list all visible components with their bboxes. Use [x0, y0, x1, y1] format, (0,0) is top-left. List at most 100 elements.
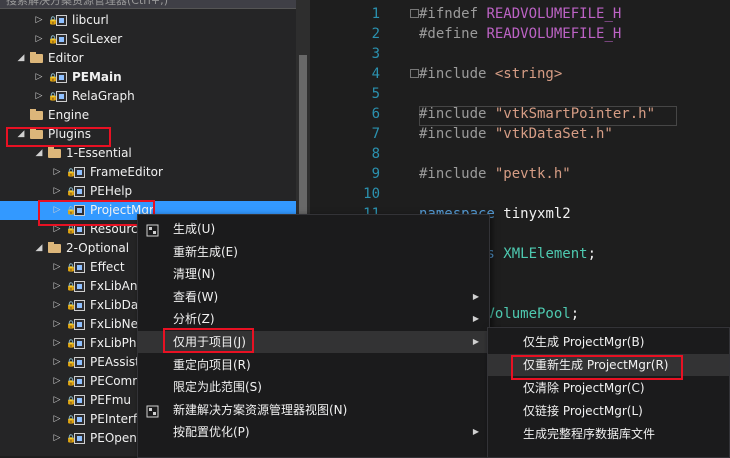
- project-icon: [74, 300, 85, 311]
- project-icon: [74, 167, 85, 178]
- tree-item-label: SciLexer: [72, 32, 123, 46]
- collapsed-arrow-icon[interactable]: ▷: [52, 353, 62, 372]
- menu-item-10[interactable]: 按配置优化(P) ▶: [138, 421, 489, 443]
- tree-item-scilexer[interactable]: ▷ 🔒 SciLexer: [0, 30, 296, 49]
- highlight-box-rebuild-only: [511, 355, 683, 380]
- collapsed-arrow-icon[interactable]: ▷: [52, 296, 62, 315]
- submenu-item-4[interactable]: 仅链接 ProjectMgr(L): [488, 400, 729, 422]
- build-icon: [146, 222, 159, 237]
- project-icon: [56, 91, 67, 102]
- menu-item-8[interactable]: 限定为此范围(S): [138, 376, 489, 398]
- code-token: ;: [570, 306, 580, 322]
- code-line: #include "pevtk.h": [419, 166, 571, 182]
- collapsed-arrow-icon[interactable]: ▷: [34, 11, 44, 30]
- tree-item-label: PEMain: [72, 70, 122, 84]
- submenu-arrow-icon: ▶: [472, 314, 479, 324]
- code-line: #define READVOLUMEFILE_H: [419, 26, 621, 42]
- project-icon: [74, 319, 85, 330]
- tree-item-relagraph[interactable]: ▷ 🔒 RelaGraph: [0, 87, 296, 106]
- project-icon: [74, 395, 85, 406]
- line-number: 9: [371, 166, 380, 182]
- tree-item-frameeditor[interactable]: ▷ 🔒 FrameEditor: [0, 163, 296, 182]
- tree-item-pemain[interactable]: ▷ 🔒 PEMain: [0, 68, 296, 87]
- highlight-box-project-only: [163, 328, 254, 353]
- tree-item-label: PEAssist: [90, 355, 140, 369]
- collapsed-arrow-icon[interactable]: ▷: [52, 372, 62, 391]
- project-icon: [74, 433, 85, 444]
- menu-item-7[interactable]: 重定向项目(R): [138, 354, 489, 376]
- fold-toggle-icon[interactable]: [410, 69, 419, 78]
- project-icon: [56, 72, 67, 83]
- collapsed-arrow-icon[interactable]: ▷: [52, 410, 62, 429]
- new-view-icon: [146, 403, 159, 418]
- menu-item-label: 按配置优化(P): [173, 425, 250, 440]
- folder-icon: [30, 52, 43, 63]
- submenu-item-5[interactable]: 生成完整程序数据库文件: [488, 423, 729, 445]
- tree-item-label: PEOpen: [90, 431, 137, 445]
- menu-item-9[interactable]: 新建解决方案资源管理器视图(N): [138, 399, 489, 421]
- menu-item-label: 新建解决方案资源管理器视图(N): [173, 402, 348, 417]
- tree-item-engine[interactable]: Engine: [0, 106, 296, 125]
- expanded-arrow-icon[interactable]: ◢: [16, 49, 26, 68]
- menu-item-4[interactable]: 查看(W) ▶: [138, 286, 489, 308]
- collapsed-arrow-icon[interactable]: ▷: [34, 30, 44, 49]
- line-number: 4: [371, 66, 380, 82]
- menu-item-2[interactable]: 重新生成(E): [138, 241, 489, 263]
- collapsed-arrow-icon[interactable]: ▷: [34, 68, 44, 87]
- expanded-arrow-icon[interactable]: ◢: [34, 239, 44, 258]
- menu-item-label: 查看(W): [173, 289, 219, 304]
- code-line: #include "vtkSmartPointer.h": [419, 106, 655, 122]
- line-number: 5: [371, 86, 380, 102]
- tree-item-libcurl[interactable]: ▷ 🔒 libcurl: [0, 11, 296, 30]
- tree-item-editor[interactable]: ◢ Editor: [0, 49, 296, 68]
- collapsed-arrow-icon[interactable]: ▷: [52, 391, 62, 410]
- context-menu: 生成(U) 重新生成(E) 清理(N) 查看(W) ▶ 分析(Z) ▶ 仅用于项目(J) ▶ 重定…: [137, 214, 490, 458]
- menu-item-label: 限定为此范围(S): [173, 380, 262, 395]
- code-token: ;: [587, 246, 597, 262]
- highlight-box-plugins: [6, 127, 111, 147]
- project-icon: [74, 281, 85, 292]
- collapsed-arrow-icon[interactable]: ▷: [52, 163, 62, 182]
- menu-item-label: 重新生成(E): [173, 244, 238, 259]
- folder-icon: [48, 242, 61, 253]
- fold-toggle-icon[interactable]: [410, 9, 419, 18]
- submenu-item-label: 仅清除 ProjectMgr(C): [523, 381, 645, 395]
- collapsed-arrow-icon[interactable]: ▷: [52, 429, 62, 448]
- code-token: #ifndef: [419, 6, 487, 22]
- menu-item-3[interactable]: 清理(N): [138, 263, 489, 285]
- tree-item-label: 2-Optional: [66, 241, 130, 255]
- collapsed-arrow-icon[interactable]: ▷: [52, 315, 62, 334]
- tree-item-label: libcurl: [72, 13, 109, 27]
- submenu-item-label: 仅链接 ProjectMgr(L): [523, 404, 643, 418]
- line-number: 8: [371, 146, 380, 162]
- collapsed-arrow-icon[interactable]: ▷: [52, 182, 62, 201]
- code-token: #include: [419, 166, 495, 182]
- collapsed-arrow-icon[interactable]: ▷: [52, 277, 62, 296]
- code-token: #include: [419, 66, 495, 82]
- collapsed-arrow-icon[interactable]: ▷: [34, 87, 44, 106]
- submenu-arrow-icon: ▶: [472, 291, 479, 301]
- line-number: 10: [363, 186, 380, 202]
- tree-item-label: Effect: [90, 260, 125, 274]
- menu-item-1[interactable]: 生成(U): [138, 218, 489, 240]
- project-icon: [56, 15, 67, 26]
- submenu-item-3[interactable]: 仅清除 ProjectMgr(C): [488, 377, 729, 399]
- folder-icon: [30, 109, 43, 120]
- submenu-item-1[interactable]: 仅生成 ProjectMgr(B): [488, 331, 729, 353]
- project-only-submenu: 仅生成 ProjectMgr(B) 仅重新生成 ProjectMgr(R) 仅清除 …: [487, 327, 730, 458]
- code-token: #include: [419, 126, 495, 142]
- code-token: XMLElement: [503, 246, 588, 262]
- code-token: "pevtk.h": [494, 166, 571, 182]
- tree-item-label: FrameEditor: [90, 165, 163, 179]
- code-token: READVOLUMEFILE_H: [486, 6, 622, 22]
- line-number: 2: [371, 26, 380, 42]
- menu-item-label: 清理(N): [173, 267, 216, 282]
- collapsed-arrow-icon[interactable]: ▷: [52, 334, 62, 353]
- folder-icon: [48, 147, 61, 158]
- tree-item-pehelp[interactable]: ▷ 🔒 PEHelp: [0, 182, 296, 201]
- collapsed-arrow-icon[interactable]: ▷: [52, 258, 62, 277]
- search-input[interactable]: 搜索解决方案资源管理器(Ctrl+;): [0, 0, 300, 9]
- project-icon: [74, 262, 85, 273]
- code-token: tinyxml2: [503, 206, 571, 222]
- code-line: #ifndef READVOLUMEFILE_H: [419, 6, 621, 22]
